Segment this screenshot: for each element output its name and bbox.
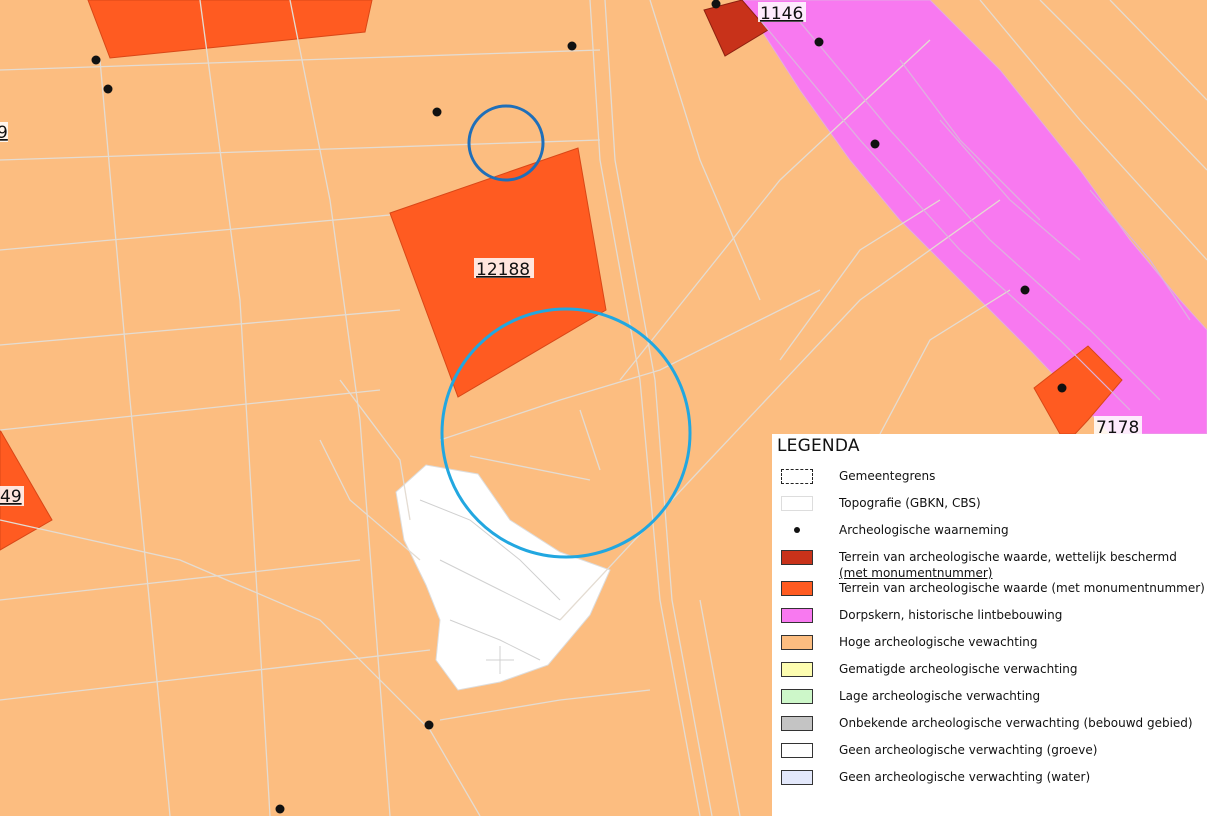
legend-label-main: Terrein van archeologische waarde, wette… [839, 550, 1177, 564]
legend-swatch [781, 496, 813, 511]
legend-label: Onbekende archeologische verwachting (be… [839, 716, 1193, 730]
legend-swatch [781, 608, 813, 623]
observation-dot [1057, 383, 1067, 393]
legend-label: Topografie (GBKN, CBS) [839, 496, 981, 510]
legend-swatch [781, 743, 813, 758]
legend-label: Hoge archeologische vewachting [839, 635, 1038, 649]
legend-swatch [781, 550, 813, 565]
monument-label-49: 49 [0, 487, 22, 507]
legend-item-observation: Archeologische waarneming [777, 520, 1207, 547]
legend-item-high-expectation: Hoge archeologische vewachting [777, 632, 1207, 659]
observation-dot [103, 84, 113, 94]
legend-label: Geen archeologische verwachting (water) [839, 770, 1091, 784]
observation-dot [567, 41, 577, 51]
monument-label-9: 9 [0, 123, 8, 143]
observation-dot-icon [781, 523, 813, 538]
monument-label-1146: 1146 [760, 4, 803, 24]
observation-dot [275, 804, 285, 814]
legend-item-terrain-value: Terrein van archeologische waarde (met m… [777, 578, 1207, 605]
legend-swatch [781, 469, 813, 484]
observation-dot [91, 55, 101, 65]
legend-label: Lage archeologische verwachting [839, 689, 1041, 703]
legend-label: Dorpskern, historische lintbebouwing [839, 608, 1063, 622]
legend-label: Gematigde archeologische verwachting [839, 662, 1078, 676]
legend-item-no-expectation-water: Geen archeologische verwachting (water) [777, 767, 1207, 794]
legend-item-moderate-expectation: Gematigde archeologische verwachting [777, 659, 1207, 686]
legend-swatch [781, 635, 813, 650]
observation-dot [814, 37, 824, 47]
legend-title: LEGENDA [777, 436, 860, 456]
legend-swatch [781, 716, 813, 731]
legend-swatch [781, 770, 813, 785]
legend-label: Terrein van archeologische waarde, wette… [839, 549, 1177, 581]
observation-dot [870, 139, 880, 149]
legend-item-municipal-boundary: Gemeentegrens [777, 466, 1207, 493]
map-legend: LEGENDA Gemeentegrens Topografie (GBKN, … [772, 434, 1207, 816]
observation-dot [432, 107, 442, 117]
legend-swatch [781, 662, 813, 677]
legend-item-village-core: Dorpskern, historische lintbebouwing [777, 605, 1207, 632]
legend-swatch [781, 581, 813, 596]
legend-item-topography: Topografie (GBKN, CBS) [777, 493, 1207, 520]
legend-swatch [781, 689, 813, 704]
legend-item-no-expectation-quarry: Geen archeologische verwachting (groeve) [777, 740, 1207, 767]
legend-item-low-expectation: Lage archeologische verwachting [777, 686, 1207, 713]
monument-label-12188: 12188 [476, 260, 530, 280]
legend-label: Archeologische waarneming [839, 523, 1009, 537]
legend-label: Gemeentegrens [839, 469, 936, 483]
legend-item-protected-terrain: Terrein van archeologische waarde, wette… [777, 547, 1207, 581]
legend-label: Terrein van archeologische waarde (met m… [839, 581, 1205, 595]
legend-label: Geen archeologische verwachting (groeve) [839, 743, 1098, 757]
legend-item-unknown-expectation: Onbekende archeologische verwachting (be… [777, 713, 1207, 740]
observation-dot [424, 720, 434, 730]
observation-dot [1020, 285, 1030, 295]
